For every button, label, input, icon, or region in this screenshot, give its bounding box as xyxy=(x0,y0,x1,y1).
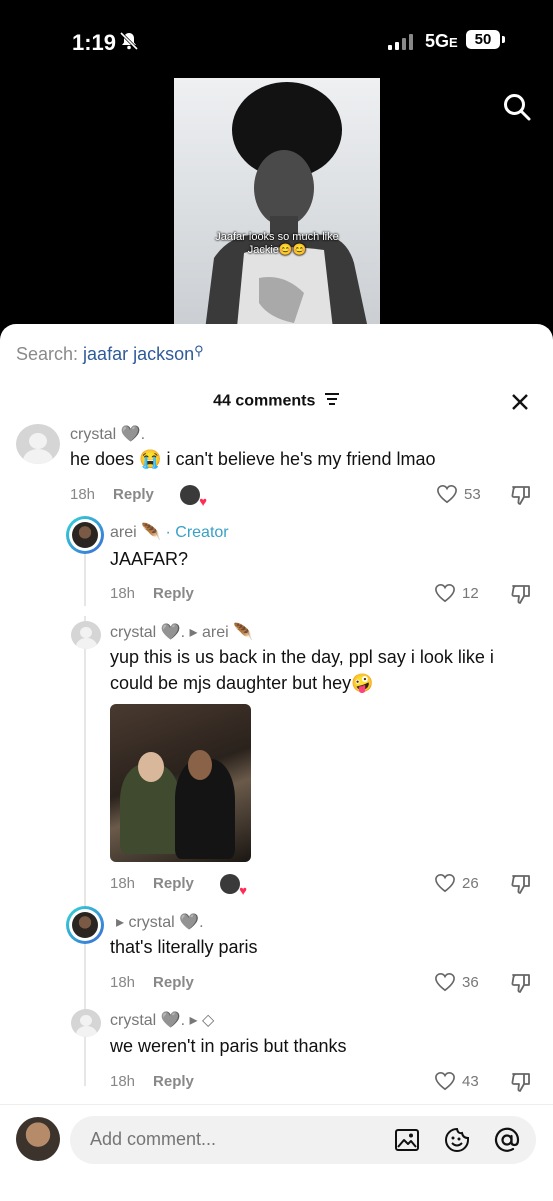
comment-meta: 18h Reply xyxy=(110,974,194,991)
comment-photo[interactable] xyxy=(110,704,251,862)
avatar-creator[interactable] xyxy=(66,516,104,554)
heart-icon xyxy=(437,484,457,504)
comment-username[interactable]: arei 🪶 · Creator xyxy=(110,522,229,542)
thumbs-down-icon[interactable] xyxy=(510,873,532,900)
like-count: 43 xyxy=(462,1072,479,1090)
comments-header: 44 comments xyxy=(0,392,553,411)
comment-meta: 18h Reply xyxy=(110,875,194,892)
reply-target[interactable]: ▸ ◇ xyxy=(190,1012,215,1029)
like-button[interactable]: 53 xyxy=(436,484,481,504)
reply-button[interactable]: Reply xyxy=(153,875,194,892)
video-person-image xyxy=(204,82,370,338)
like-count: 36 xyxy=(462,973,479,991)
like-button[interactable]: 36 xyxy=(434,972,479,992)
thumbs-down-icon[interactable] xyxy=(510,972,532,999)
comment-meta: 18h Reply xyxy=(110,585,194,602)
video-frame[interactable]: Jaafar looks so much like Jackie😊😊 xyxy=(174,78,380,338)
creator-liked-avatar xyxy=(180,485,207,509)
comment-meta: 18h Reply xyxy=(70,486,154,503)
search-suggestion[interactable]: Search: jaafar jackson⚲ xyxy=(16,343,204,365)
comment-username[interactable]: crystal 🩶. xyxy=(70,424,145,444)
creator-badge: · Creator xyxy=(165,524,229,541)
like-count: 12 xyxy=(462,584,479,602)
status-bar: 1:19 5GE 50 xyxy=(0,0,553,80)
like-button[interactable]: 43 xyxy=(434,1071,479,1091)
add-comment-box[interactable] xyxy=(70,1116,536,1164)
comment-text: yup this is us back in the day, ppl say … xyxy=(110,647,494,693)
comment-text: that's literally paris xyxy=(110,937,258,957)
comment-meta: 18h Reply xyxy=(110,1073,194,1090)
like-button[interactable]: 26 xyxy=(434,873,479,893)
reply-button[interactable]: Reply xyxy=(113,486,154,503)
signal-icon xyxy=(388,34,413,50)
reply-target[interactable]: ▸ crystal 🩶. xyxy=(116,912,204,932)
mention-icon[interactable] xyxy=(494,1127,520,1158)
thumbs-down-icon[interactable] xyxy=(510,484,532,511)
my-avatar xyxy=(16,1117,60,1161)
status-time: 1:19 xyxy=(72,30,117,55)
reply-target[interactable]: ▸ arei 🪶 xyxy=(190,624,254,641)
comment-composer xyxy=(0,1104,553,1201)
reply-button[interactable]: Reply xyxy=(153,1073,194,1090)
avatar[interactable] xyxy=(71,1009,101,1037)
creator-liked-avatar xyxy=(220,874,247,898)
image-icon[interactable] xyxy=(394,1127,420,1158)
video-caption: Jaafar looks so much like Jackie😊😊 xyxy=(215,231,339,256)
thumbs-down-icon[interactable] xyxy=(510,583,532,610)
emoji-icon[interactable] xyxy=(444,1127,470,1158)
comment-username[interactable]: crystal 🩶. ▸ ◇ xyxy=(110,1010,214,1030)
close-icon[interactable] xyxy=(510,392,530,415)
network-label: 5GE xyxy=(425,31,458,51)
comment-text: he does 😭 i can't believe he's my friend… xyxy=(70,449,436,469)
heart-icon xyxy=(435,873,455,893)
reply-button[interactable]: Reply xyxy=(153,585,194,602)
comment-text: JAAFAR? xyxy=(110,549,189,569)
avatar[interactable] xyxy=(71,621,101,649)
sort-icon[interactable] xyxy=(324,392,340,411)
heart-icon xyxy=(435,972,455,992)
bell-slash-icon xyxy=(118,30,140,57)
battery-indicator: 50 xyxy=(466,30,505,49)
add-comment-input[interactable] xyxy=(88,1128,372,1151)
comments-sheet: Search: jaafar jackson⚲ 44 comments crys… xyxy=(0,324,553,1201)
search-small-icon: ⚲ xyxy=(194,343,204,358)
comment-username[interactable]: crystal 🩶. ▸ arei 🪶 xyxy=(110,622,253,642)
heart-icon xyxy=(435,1071,455,1091)
search-icon[interactable] xyxy=(502,92,532,127)
reply-button[interactable]: Reply xyxy=(153,974,194,991)
like-count: 53 xyxy=(464,485,481,503)
heart-icon xyxy=(435,583,455,603)
like-count: 26 xyxy=(462,874,479,892)
comment-text: we weren't in paris but thanks xyxy=(110,1036,347,1056)
avatar[interactable] xyxy=(16,424,60,464)
avatar-creator[interactable] xyxy=(66,906,104,944)
thumbs-down-icon[interactable] xyxy=(510,1071,532,1098)
like-button[interactable]: 12 xyxy=(434,583,479,603)
